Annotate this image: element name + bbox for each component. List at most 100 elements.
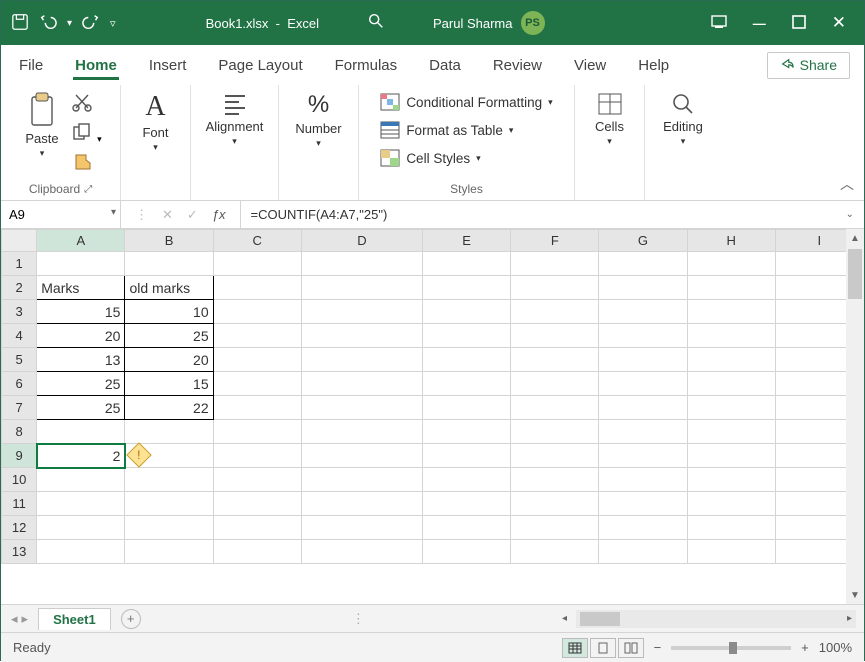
cancel-icon[interactable]: ✕ [162, 207, 173, 223]
maximize-icon[interactable] [792, 15, 806, 32]
cell-styles-button[interactable]: Cell Styles ▾ [374, 145, 486, 171]
sheet-tab-sheet1[interactable]: Sheet1 [38, 608, 111, 630]
scroll-down-icon[interactable]: ▼ [846, 586, 864, 604]
cell-B3[interactable]: 10 [125, 300, 213, 324]
row-header[interactable]: 6 [2, 372, 37, 396]
tab-page-layout[interactable]: Page Layout [216, 51, 304, 80]
scroll-thumb[interactable] [580, 612, 620, 626]
tab-review[interactable]: Review [491, 51, 544, 80]
document-title: Book1.xlsx - Excel [206, 16, 319, 31]
tab-view[interactable]: View [572, 51, 608, 80]
cut-icon[interactable] [71, 93, 102, 118]
row-header[interactable]: 13 [2, 540, 37, 564]
status-bar: Ready − + 100% [1, 632, 864, 662]
alignment-group-button[interactable]: Alignment ▾ [200, 89, 270, 149]
ribbon-display-icon[interactable] [711, 15, 727, 32]
fx-icon[interactable]: ƒx [212, 207, 226, 222]
cell-B7[interactable]: 22 [125, 396, 213, 420]
cell-A9-selected[interactable]: 2 ! [37, 444, 125, 468]
share-icon [780, 57, 794, 74]
tab-data[interactable]: Data [427, 51, 463, 80]
cell-A5[interactable]: 13 [37, 348, 125, 372]
options-icon[interactable]: ⋮ [135, 207, 148, 223]
zoom-out-button[interactable]: − [654, 640, 662, 655]
close-icon[interactable]: ✕ [832, 13, 846, 33]
horizontal-scrollbar[interactable]: ◂ ▸ [576, 610, 856, 628]
row-header[interactable]: 3 [2, 300, 37, 324]
font-group-button[interactable]: A Font ▾ [136, 89, 174, 155]
editing-group-button[interactable]: Editing ▾ [657, 89, 709, 149]
cell-B4[interactable]: 25 [125, 324, 213, 348]
select-all-corner[interactable] [2, 230, 37, 252]
col-header-H[interactable]: H [687, 230, 775, 252]
row-header[interactable]: 1 [2, 252, 37, 276]
page-break-view-button[interactable] [618, 638, 644, 658]
col-header-G[interactable]: G [599, 230, 687, 252]
cell-A4[interactable]: 20 [37, 324, 125, 348]
format-painter-icon[interactable] [71, 151, 102, 176]
zoom-in-button[interactable]: + [801, 640, 809, 655]
cell-B6[interactable]: 15 [125, 372, 213, 396]
undo-icon[interactable] [39, 13, 57, 34]
name-box-dropdown-icon[interactable]: ▾ [111, 207, 116, 218]
row-header[interactable]: 4 [2, 324, 37, 348]
worksheet-grid[interactable]: A B C D E F G H I 1 2 Marks old marks 3 … [1, 229, 864, 604]
col-header-A[interactable]: A [37, 230, 125, 252]
col-header-C[interactable]: C [213, 230, 301, 252]
col-header-B[interactable]: B [125, 230, 213, 252]
row-header[interactable]: 10 [2, 468, 37, 492]
tab-insert[interactable]: Insert [147, 51, 189, 80]
cell-B5[interactable]: 20 [125, 348, 213, 372]
row-header[interactable]: 5 [2, 348, 37, 372]
row-header[interactable]: 7 [2, 396, 37, 420]
clipboard-launcher-icon[interactable]: ⤢ [84, 184, 92, 195]
cell-B2[interactable]: old marks [125, 276, 213, 300]
cells-group-button[interactable]: Cells ▾ [589, 89, 630, 149]
new-sheet-button[interactable]: + [121, 609, 141, 629]
search-icon[interactable] [367, 12, 385, 35]
cell-A7[interactable]: 25 [37, 396, 125, 420]
scroll-thumb[interactable] [848, 249, 862, 299]
expand-formula-bar-icon[interactable]: ⌄ [846, 209, 854, 220]
redo-icon[interactable] [82, 13, 100, 34]
tab-file[interactable]: File [17, 51, 45, 80]
row-header[interactable]: 11 [2, 492, 37, 516]
scroll-up-icon[interactable]: ▲ [846, 229, 864, 247]
row-header[interactable]: 12 [2, 516, 37, 540]
prev-sheet-icon[interactable]: ◂ [11, 611, 18, 627]
autosave-icon[interactable] [11, 13, 29, 34]
name-box[interactable]: A9 ▾ [1, 201, 121, 228]
zoom-slider[interactable] [671, 646, 791, 650]
col-header-E[interactable]: E [423, 230, 511, 252]
paste-button[interactable]: Paste ▾ [19, 89, 64, 161]
qat-more-icon[interactable]: ▿ [110, 17, 116, 30]
vertical-scrollbar[interactable]: ▲ ▼ [846, 229, 864, 604]
format-as-table-button[interactable]: Format as Table ▾ [374, 117, 519, 143]
tab-help[interactable]: Help [636, 51, 671, 80]
cell-A2[interactable]: Marks [37, 276, 125, 300]
user-area[interactable]: Parul Sharma PS [433, 11, 544, 35]
cell-A3[interactable]: 15 [37, 300, 125, 324]
row-header[interactable]: 2 [2, 276, 37, 300]
col-header-F[interactable]: F [511, 230, 599, 252]
normal-view-button[interactable] [562, 638, 588, 658]
qat-chevron-icon[interactable]: ▾ [67, 18, 72, 29]
user-name: Parul Sharma [433, 16, 512, 31]
minimize-icon[interactable]: — [753, 16, 766, 31]
share-button[interactable]: Share [767, 52, 850, 79]
formula-input[interactable]: =COUNTIF(A4:A7,"25") ⌄ [241, 201, 864, 228]
copy-icon[interactable]: ▾ [71, 122, 102, 147]
enter-icon[interactable]: ✓ [187, 207, 198, 223]
tab-home[interactable]: Home [73, 51, 119, 80]
number-group-button[interactable]: % Number ▾ [289, 89, 347, 151]
conditional-formatting-button[interactable]: Conditional Formatting ▾ [374, 89, 558, 115]
row-header[interactable]: 8 [2, 420, 37, 444]
next-sheet-icon[interactable]: ▸ [22, 611, 29, 627]
collapse-ribbon-icon[interactable]: ︿ [840, 174, 854, 194]
col-header-D[interactable]: D [301, 230, 422, 252]
zoom-percent[interactable]: 100% [819, 640, 852, 655]
row-header[interactable]: 9 [2, 444, 37, 468]
cell-A6[interactable]: 25 [37, 372, 125, 396]
page-layout-view-button[interactable] [590, 638, 616, 658]
tab-formulas[interactable]: Formulas [333, 51, 400, 80]
